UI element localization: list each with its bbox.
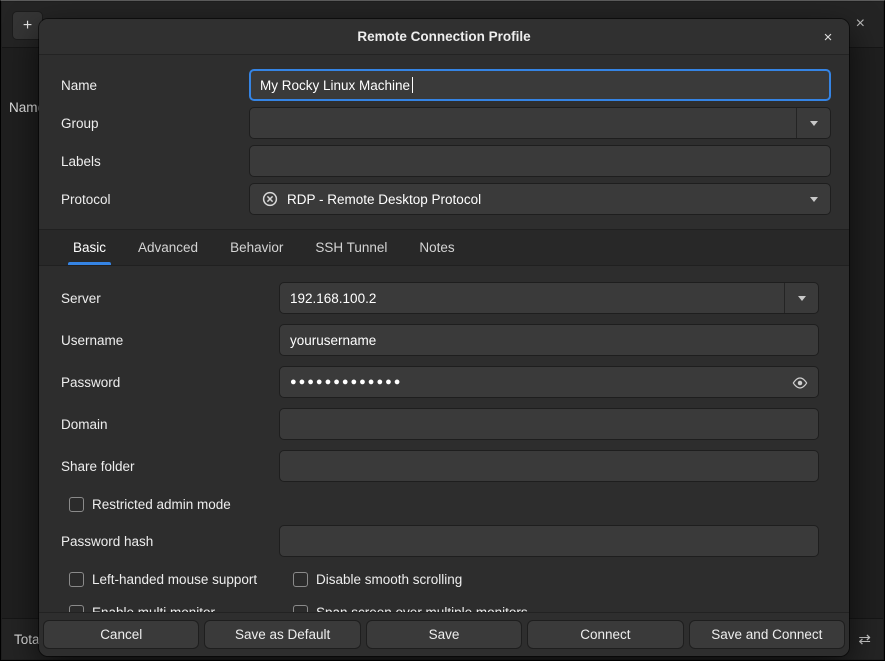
server-row: Server 192.168.100.2	[61, 282, 819, 314]
username-row: Username yourusername	[61, 324, 819, 356]
username-label: Username	[61, 333, 279, 348]
tab-behavior[interactable]: Behavior	[214, 230, 299, 265]
close-icon[interactable]: ×	[817, 26, 839, 48]
group-label: Group	[61, 116, 249, 131]
tab-content-basic: Server 192.168.100.2 Username youruserna…	[39, 266, 849, 612]
name-input[interactable]: My Rocky Linux Machine	[249, 69, 831, 101]
password-hash-input[interactable]	[279, 525, 819, 557]
password-hash-row: Password hash	[61, 525, 819, 557]
chevron-down-icon	[810, 121, 818, 126]
group-combobox[interactable]	[249, 107, 831, 139]
span-screen-label: Span screen over multiple monitors	[316, 605, 528, 613]
restricted-admin-row: Restricted admin mode	[69, 492, 819, 516]
connect-button[interactable]: Connect	[527, 620, 683, 649]
remote-connection-profile-dialog: Remote Connection Profile × Name My Rock…	[39, 19, 849, 656]
save-button[interactable]: Save	[366, 620, 522, 649]
labels-label: Labels	[61, 154, 249, 169]
show-password-button[interactable]	[791, 374, 809, 392]
smooth-scroll-checkbox[interactable]	[293, 572, 308, 587]
tab-ssh-tunnel[interactable]: SSH Tunnel	[299, 230, 403, 265]
rdp-protocol-icon	[262, 191, 278, 207]
swap-arrows-icon[interactable]: ⇄	[858, 630, 871, 648]
tabbar: Basic Advanced Behavior SSH Tunnel Notes	[39, 229, 849, 266]
multi-monitor-label: Enable multi monitor	[92, 605, 215, 613]
name-label: Name	[61, 78, 249, 93]
multi-monitor-checkbox[interactable]	[69, 605, 84, 613]
save-and-connect-button[interactable]: Save and Connect	[689, 620, 845, 649]
name-row: Name My Rocky Linux Machine	[61, 69, 831, 101]
left-handed-checkbox[interactable]	[69, 572, 84, 587]
dialog-title: Remote Connection Profile	[357, 29, 530, 44]
server-combobox[interactable]: 192.168.100.2	[279, 282, 819, 314]
cancel-button[interactable]: Cancel	[43, 620, 199, 649]
checkbox-row-1: Left-handed mouse support Disable smooth…	[69, 567, 819, 591]
protocol-dropdown-value: RDP - Remote Desktop Protocol	[287, 192, 481, 207]
chevron-down-icon	[810, 197, 818, 202]
domain-label: Domain	[61, 417, 279, 432]
server-dropdown-button[interactable]	[784, 283, 818, 313]
password-hash-label: Password hash	[61, 534, 279, 549]
share-folder-input[interactable]	[279, 450, 819, 482]
share-folder-label: Share folder	[61, 459, 279, 474]
span-screen-checkbox[interactable]	[293, 605, 308, 613]
domain-row: Domain	[61, 408, 819, 440]
window-close-icon[interactable]: ×	[856, 16, 865, 32]
dialog-action-bar: Cancel Save as Default Save Connect Save…	[39, 612, 849, 656]
password-input-value: ●●●●●●●●●●●●●	[290, 376, 402, 388]
domain-input[interactable]	[279, 408, 819, 440]
chevron-down-icon	[798, 296, 806, 301]
username-input[interactable]: yourusername	[279, 324, 819, 356]
tab-advanced[interactable]: Advanced	[122, 230, 214, 265]
protocol-row: Protocol RDP - Remote Desktop Protocol	[61, 183, 831, 215]
eye-icon	[791, 374, 809, 392]
restricted-admin-checkbox[interactable]	[69, 497, 84, 512]
password-label: Password	[61, 375, 279, 390]
password-row: Password ●●●●●●●●●●●●●	[61, 366, 819, 398]
protocol-dropdown[interactable]: RDP - Remote Desktop Protocol	[249, 183, 831, 215]
group-row: Group	[61, 107, 831, 139]
name-input-value: My Rocky Linux Machine	[260, 78, 410, 93]
labels-input[interactable]	[249, 145, 831, 177]
save-as-default-button[interactable]: Save as Default	[204, 620, 360, 649]
dialog-titlebar: Remote Connection Profile ×	[39, 19, 849, 55]
screen: + × Name Total ⇄ Remote Connection Profi…	[0, 0, 885, 661]
restricted-admin-label: Restricted admin mode	[92, 497, 231, 512]
group-dropdown-button[interactable]	[796, 108, 830, 138]
tab-notes[interactable]: Notes	[403, 230, 470, 265]
username-input-value: yourusername	[290, 333, 376, 348]
protocol-label: Protocol	[61, 192, 249, 207]
password-input[interactable]: ●●●●●●●●●●●●●	[279, 366, 819, 398]
smooth-scroll-label: Disable smooth scrolling	[316, 572, 462, 587]
checkbox-row-2: Enable multi monitor Span screen over mu…	[69, 600, 819, 612]
left-handed-label: Left-handed mouse support	[92, 572, 257, 587]
server-combobox-value: 192.168.100.2	[290, 291, 376, 306]
text-caret	[412, 77, 413, 93]
server-label: Server	[61, 291, 279, 306]
share-folder-row: Share folder	[61, 450, 819, 482]
tab-basic[interactable]: Basic	[57, 230, 122, 265]
profile-form: Name My Rocky Linux Machine Group Labels	[39, 55, 849, 215]
labels-row: Labels	[61, 145, 831, 177]
